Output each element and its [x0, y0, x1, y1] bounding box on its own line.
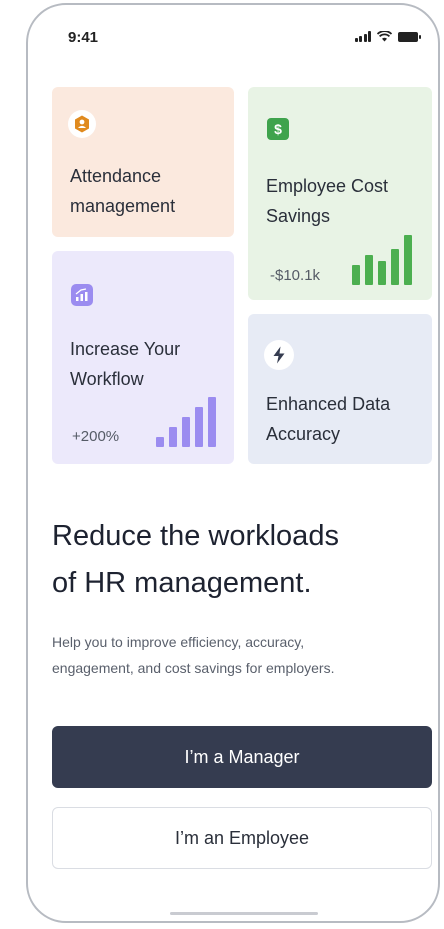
workflow-bar-graphic [156, 397, 216, 447]
page-headline: Reduce the workloads of HR management. [52, 513, 422, 607]
user-badge-icon [68, 110, 96, 138]
status-icons [354, 31, 421, 42]
attendance-card[interactable]: Attendance management [52, 87, 234, 237]
cost-bar-4 [391, 249, 399, 285]
attendance-title-line2: management [70, 196, 176, 216]
headline-line2: of HR management. [52, 567, 312, 599]
data-accuracy-card[interactable]: Enhanced Data Accuracy [248, 314, 432, 464]
workflow-value: +200% [72, 428, 120, 445]
description-line1: Help you to improve efficiency, accuracy… [52, 634, 305, 650]
manager-button[interactable]: I’m a Manager [52, 726, 432, 788]
headline-line1: Reduce the workloads [52, 520, 339, 552]
cost-bar-5 [404, 235, 412, 285]
home-indicator[interactable] [170, 912, 318, 915]
battery-icon [398, 32, 421, 42]
data-accuracy-title-line2: Accuracy [266, 424, 341, 444]
dollar-icon: $ [264, 115, 292, 143]
workflow-bar-2 [169, 427, 177, 447]
cost-savings-card[interactable]: $ Employee Cost Savings -$10.1k [248, 87, 432, 300]
attendance-title: Attendance management [70, 161, 175, 221]
phone-frame: 9:41 Attendance management $ Employee Co… [26, 3, 440, 923]
workflow-card[interactable]: Increase Your Workflow +200% [52, 251, 234, 464]
employee-button[interactable]: I’m an Employee [52, 807, 432, 869]
cost-bar-1 [352, 265, 360, 285]
cost-savings-value: -$10.1k [270, 267, 321, 284]
wifi-icon [377, 31, 392, 42]
cost-bar-3 [378, 261, 386, 285]
cost-savings-title: Employee Cost Savings [266, 171, 388, 231]
data-accuracy-title-line1: Enhanced Data [266, 394, 391, 414]
workflow-title-line1: Increase Your [70, 339, 181, 359]
attendance-title-line1: Attendance [70, 166, 162, 186]
cellular-signal-icon [354, 31, 371, 42]
chart-growth-icon [68, 281, 96, 309]
svg-text:$: $ [274, 121, 282, 137]
lightning-bolt-icon [264, 340, 294, 370]
workflow-bar-3 [182, 417, 190, 447]
cost-savings-title-line2: Savings [266, 206, 331, 226]
workflow-title: Increase Your Workflow [70, 334, 180, 394]
status-time: 9:41 [68, 29, 99, 46]
workflow-bar-1 [156, 437, 164, 447]
cost-savings-title-line1: Employee Cost [266, 176, 389, 196]
page-description: Help you to improve efficiency, accuracy… [52, 629, 422, 681]
cost-savings-bar-graphic [352, 235, 412, 285]
workflow-bar-4 [195, 407, 203, 447]
data-accuracy-title: Enhanced Data Accuracy [266, 389, 390, 449]
workflow-title-line2: Workflow [70, 369, 144, 389]
cost-bar-2 [365, 255, 373, 285]
description-line2: engagement, and cost savings for employe… [52, 660, 335, 676]
workflow-bar-5 [208, 397, 216, 447]
